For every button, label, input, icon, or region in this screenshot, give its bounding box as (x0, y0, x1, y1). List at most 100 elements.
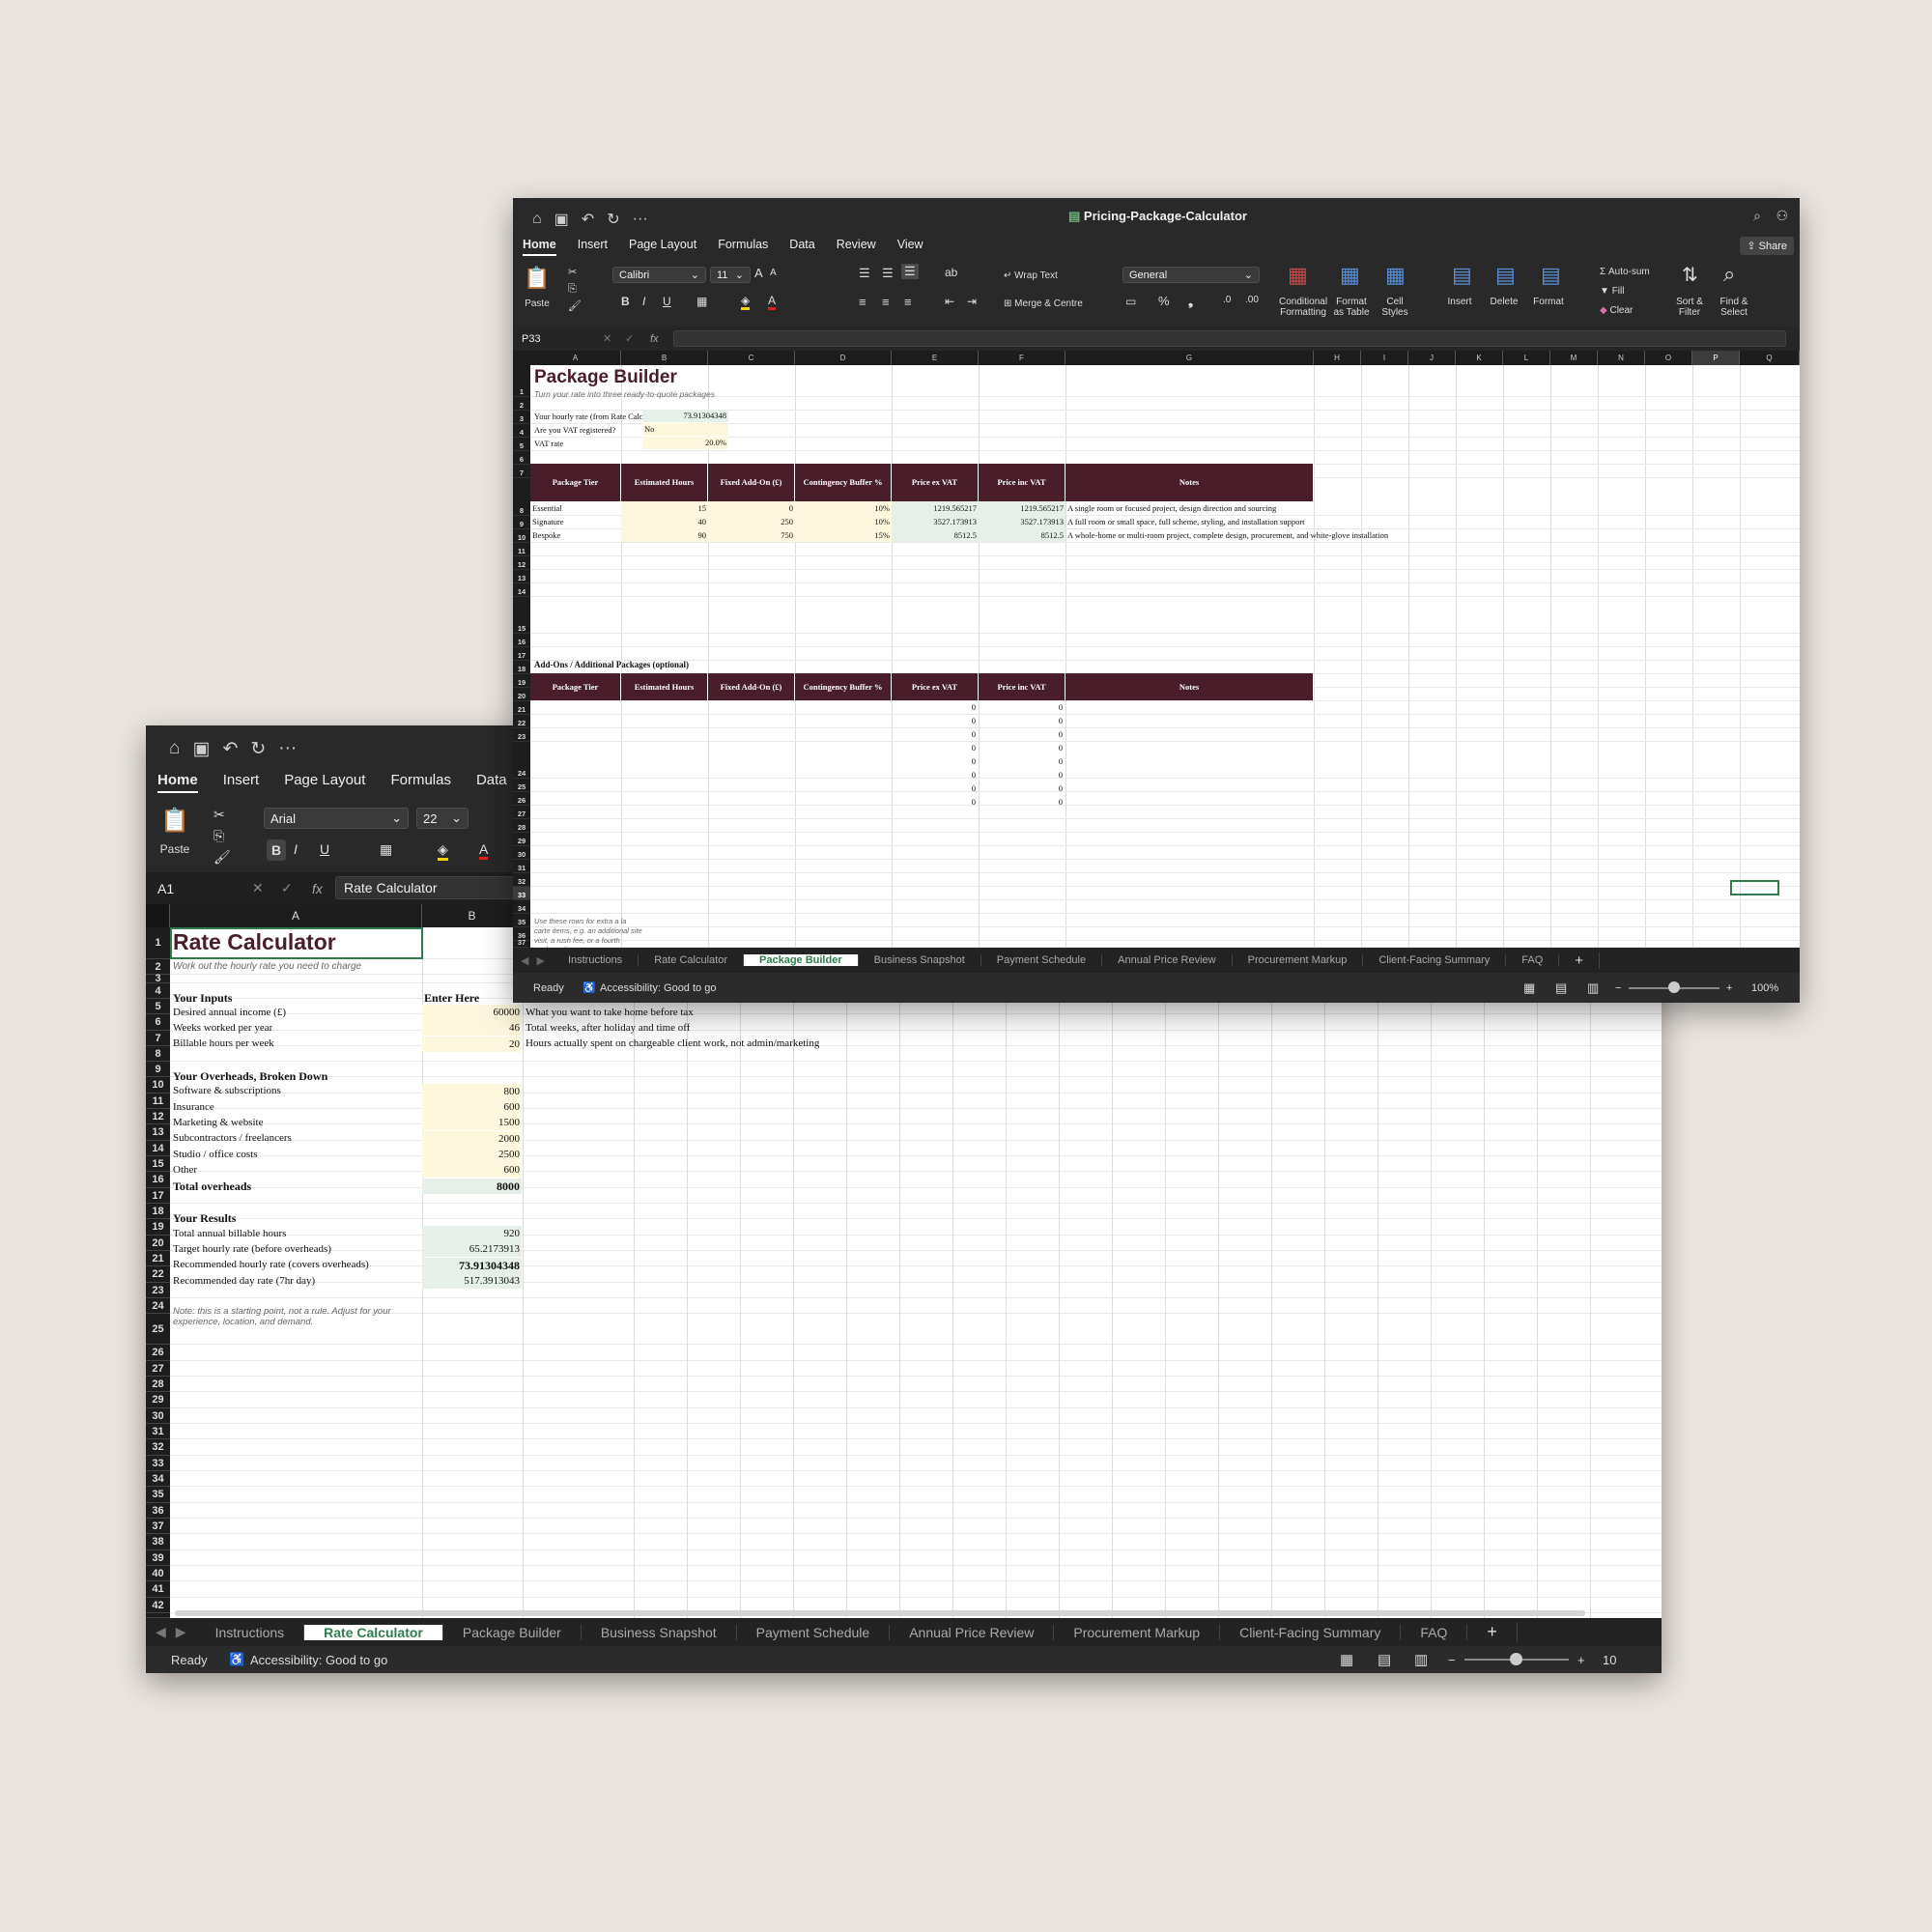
zoom-slider-thumb[interactable] (1668, 981, 1680, 993)
format-cells-label[interactable]: Format (1531, 297, 1566, 307)
cell-fixed[interactable]: 750 (708, 528, 795, 542)
increase-decimal-icon[interactable]: .0 (1223, 295, 1231, 305)
merge-centre-button[interactable]: ⊞ Merge & Centre (1004, 298, 1083, 309)
copy-icon[interactable]: ⎘ (213, 828, 224, 844)
cut-icon[interactable]: ✂ (213, 807, 225, 823)
tab-review[interactable]: Review (837, 238, 876, 256)
row-header[interactable]: 5 (513, 438, 530, 451)
cell-label[interactable]: Other (173, 1164, 197, 1176)
cell-label[interactable]: Desired annual income (£) (173, 1007, 286, 1018)
cancel-icon[interactable]: ✕ (603, 332, 611, 345)
redo-icon[interactable]: ↻ (607, 210, 619, 229)
fill-color-icon[interactable]: ◈ (438, 841, 448, 861)
row-header[interactable]: 6 (513, 451, 530, 465)
row-header[interactable]: 9 (146, 1062, 170, 1077)
result-cell[interactable]: 65.2173913 (422, 1241, 522, 1257)
row-header[interactable]: 3 (146, 974, 170, 984)
tab-scroll-right-icon[interactable]: ▶ (176, 1624, 196, 1640)
addon-price-ex-vat-cell[interactable]: 0 (892, 795, 979, 809)
row-header[interactable]: 18 (513, 661, 530, 674)
tab-scroll-left-icon[interactable]: ◀ (146, 1624, 176, 1640)
row-headers[interactable]: 1 2 3 4 5 6 7 8 9 10 11 12 13 14 15 16 17 18 19 20 21 22 23 24 2… (513, 365, 530, 948)
format-as-table-label[interactable]: Format as Table (1332, 297, 1371, 318)
paste-icon[interactable]: 📋 (156, 807, 194, 835)
search-icon[interactable]: ⌕ (1753, 208, 1761, 224)
font-size-dropdown[interactable]: 11 ⌄ (710, 267, 751, 283)
column-header-p[interactable]: P (1692, 351, 1740, 365)
format-cells-icon[interactable]: ▤ (1541, 263, 1561, 288)
row-header[interactable]: 13 (146, 1124, 170, 1141)
cell-cont[interactable]: 10% (795, 501, 892, 515)
font-color-icon[interactable]: A (479, 841, 489, 860)
autosum-button[interactable]: Σ Auto-sum (1600, 267, 1650, 277)
add-sheet-icon[interactable]: + (1467, 1622, 1518, 1642)
row-header[interactable]: 6 (146, 1014, 170, 1031)
redo-icon[interactable]: ↻ (250, 738, 266, 760)
column-header-b[interactable]: B (422, 904, 523, 927)
input-cell[interactable]: 20.0% (642, 437, 728, 449)
format-as-table-icon[interactable]: ▦ (1340, 263, 1360, 288)
column-header-o[interactable]: O (1645, 351, 1692, 365)
cell-styles-icon[interactable]: ▦ (1385, 263, 1406, 288)
insert-cells-icon[interactable]: ▤ (1452, 263, 1472, 288)
cell-inc[interactable]: 1219.565217 (979, 501, 1065, 515)
row-header[interactable]: 32 (146, 1439, 170, 1456)
cell-label[interactable]: Studio / office costs (173, 1149, 257, 1160)
more-icon[interactable]: ··· (633, 211, 648, 228)
format-painter-icon[interactable]: 🖌 (213, 849, 231, 866)
addon-price-ex-vat-cell[interactable]: 0 (892, 700, 979, 714)
cell-notes[interactable]: A full room or small space, full scheme,… (1065, 515, 1314, 528)
name-box[interactable]: A1 (157, 881, 174, 896)
worksheet-grid[interactable]: ABCDEFGHIJKLMNOPQ 1 2 3 4 5 6 7 8 9 10 11 12 13 14 15 1… (513, 351, 1800, 953)
input-cell[interactable]: 600 (422, 1099, 522, 1115)
input-cell[interactable]: 1500 (422, 1115, 522, 1130)
accessibility-status[interactable]: Accessibility: Good to go (600, 982, 716, 994)
addon-price-inc-vat-cell[interactable]: 0 (979, 700, 1065, 714)
cell-hours[interactable]: 40 (621, 515, 708, 528)
row-header[interactable]: 24 (146, 1298, 170, 1314)
underline-button[interactable]: U (663, 295, 671, 308)
italic-button[interactable]: I (642, 295, 645, 308)
align-left-icon[interactable]: ≡ (859, 295, 867, 309)
column-header-a[interactable]: A (170, 904, 422, 927)
row-header[interactable]: 33 (513, 887, 530, 900)
addon-price-ex-vat-cell[interactable]: 0 (892, 754, 979, 768)
result-cell[interactable]: 517.3913043 (422, 1273, 522, 1289)
confirm-icon[interactable]: ✓ (281, 880, 293, 896)
formula-input[interactable] (673, 330, 1786, 347)
column-header-m[interactable]: M (1550, 351, 1598, 365)
row-header[interactable]: 22 (513, 715, 530, 728)
row-header[interactable]: 34 (146, 1471, 170, 1487)
column-header-g[interactable]: G (1065, 351, 1314, 365)
row-header[interactable]: 27 (146, 1361, 170, 1377)
sheet-tab-faq[interactable]: FAQ (1506, 954, 1560, 966)
addon-price-ex-vat-cell[interactable]: 0 (892, 768, 979, 781)
tab-home[interactable]: Home (157, 772, 198, 793)
row-header[interactable]: 4 (146, 983, 170, 999)
comma-icon[interactable]: ❟ (1188, 294, 1193, 309)
row-header[interactable]: 29 (146, 1392, 170, 1408)
share-button[interactable]: ⇪ Share (1740, 237, 1794, 255)
tab-insert[interactable]: Insert (223, 772, 260, 793)
addon-price-inc-vat-cell[interactable]: 0 (979, 781, 1065, 795)
currency-icon[interactable]: ▭ (1125, 295, 1136, 308)
column-header-i[interactable]: I (1361, 351, 1408, 365)
result-cell[interactable]: 73.91304348 (422, 1258, 522, 1273)
row-header[interactable]: 12 (146, 1109, 170, 1124)
row-header[interactable]: 8 (513, 478, 530, 516)
row-header[interactable]: 14 (146, 1141, 170, 1156)
align-top-icon[interactable]: ☰ (859, 266, 870, 281)
more-icon[interactable]: ··· (278, 738, 297, 759)
addon-price-inc-vat-cell[interactable]: 0 (979, 795, 1065, 809)
row-header[interactable]: 31 (146, 1424, 170, 1439)
row-header[interactable]: 34 (513, 900, 530, 914)
input-cell[interactable]: 73.91304348 (642, 410, 728, 422)
add-sheet-icon[interactable]: + (1559, 952, 1601, 969)
zoom-out-icon[interactable]: − (1448, 1653, 1456, 1667)
zoom-in-icon[interactable]: + (1577, 1653, 1585, 1667)
row-header[interactable]: 17 (146, 1188, 170, 1204)
cell-ex[interactable]: 1219.565217 (892, 501, 979, 515)
zoom-out-icon[interactable]: − (1615, 982, 1621, 994)
tab-data[interactable]: Data (476, 772, 507, 793)
increase-font-icon[interactable]: A (754, 266, 763, 280)
